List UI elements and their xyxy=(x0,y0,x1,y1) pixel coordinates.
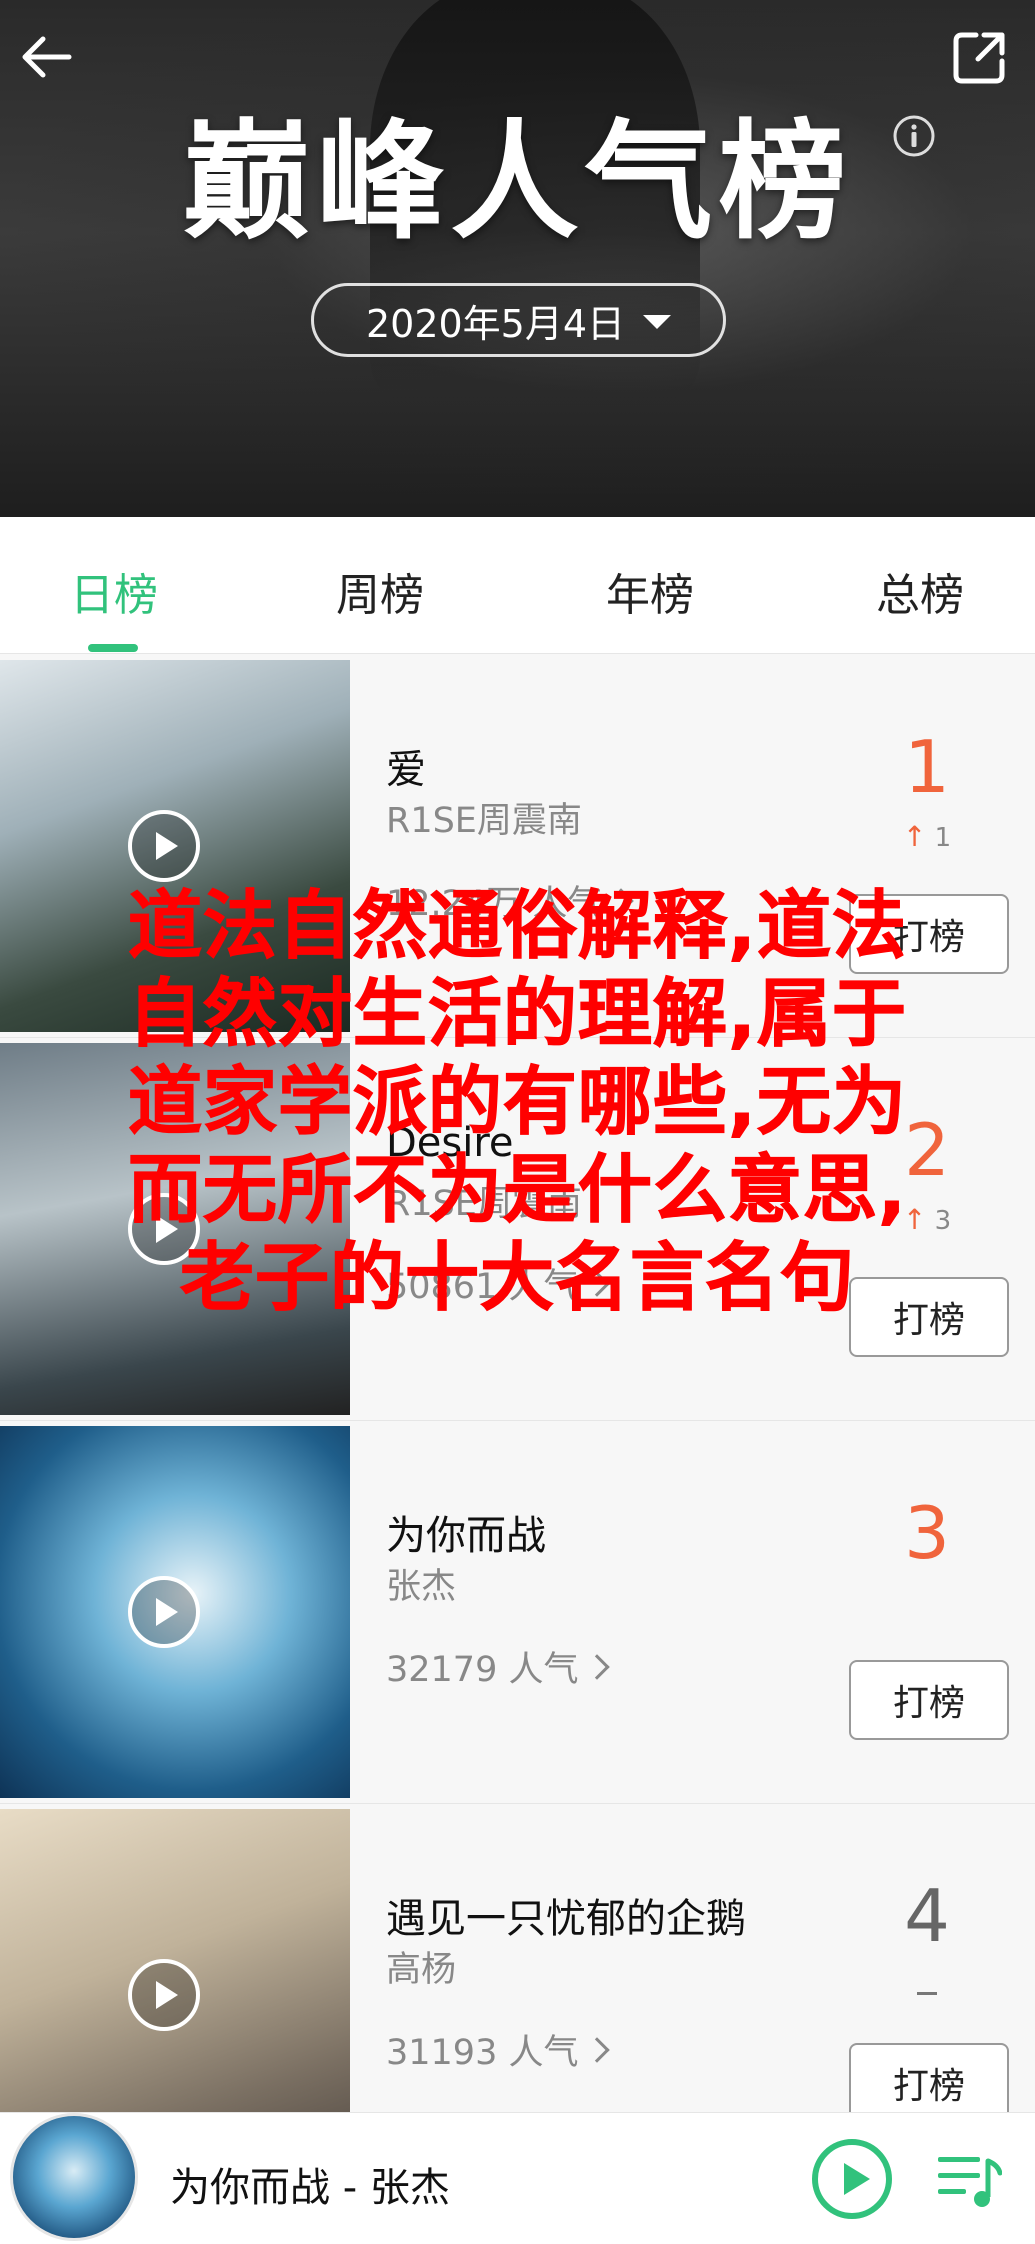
list-item[interactable]: 为你而战 张杰 32179 人气 3 打榜 xyxy=(0,1421,1035,1804)
play-circle-icon[interactable] xyxy=(128,1193,200,1265)
date-label: 2020年5月4日 xyxy=(365,301,626,346)
rank-change: ↑ 3 xyxy=(877,1203,977,1236)
active-tab-indicator xyxy=(88,644,138,652)
chevron-right-icon xyxy=(584,1653,611,1680)
rank-change-value: 3 xyxy=(934,1206,952,1236)
vote-button[interactable]: 打榜 xyxy=(849,894,1009,974)
rank-number: 2 xyxy=(904,1108,950,1192)
chart-header: 巅峰人气榜 2020年5月4日 xyxy=(0,0,1035,517)
rank-number: 4 xyxy=(904,1874,950,1958)
song-artist: R1SE周震南 xyxy=(386,801,582,841)
tab-yearly[interactable]: 年榜 xyxy=(606,559,694,623)
song-artist: 高杨 xyxy=(386,1950,457,1990)
playlist-icon xyxy=(938,2157,1003,2207)
now-playing-cover[interactable] xyxy=(10,2113,138,2241)
song-title: 遇见一只忧郁的企鹅 xyxy=(386,1896,746,1942)
popularity-link[interactable]: 32179 人气 xyxy=(386,1641,611,1692)
rank-unchanged-dash xyxy=(917,1992,937,1995)
playlist-button[interactable] xyxy=(936,2151,1003,2211)
song-title: Desire xyxy=(386,1120,514,1166)
date-selector[interactable]: 2020年5月4日 xyxy=(311,283,726,357)
mini-player[interactable]: 为你而战 - 张杰 xyxy=(0,2112,1035,2244)
play-circle-icon[interactable] xyxy=(128,1959,200,2031)
popularity-link[interactable]: 12.24万 人气 xyxy=(386,875,635,926)
arrow-up-icon: ↑ xyxy=(902,820,927,853)
rank-number: 3 xyxy=(904,1491,950,1575)
song-list: 爱 R1SE周震南 12.24万 人气 1 ↑ 1 打榜 Desire R1SE… xyxy=(0,655,1035,2187)
now-playing-title[interactable]: 为你而战 - 张杰 xyxy=(170,2155,450,2213)
chevron-right-icon xyxy=(584,1270,611,1297)
info-button[interactable] xyxy=(892,114,936,158)
chart-tabs: 日榜 周榜 年榜 总榜 xyxy=(0,517,1035,654)
arrow-up-icon: ↑ xyxy=(902,1203,927,1236)
play-circle-icon[interactable] xyxy=(128,810,200,882)
popularity-count: 12.24万 人气 xyxy=(386,884,603,924)
list-item[interactable]: Desire R1SE周震南 50861 人气 2 ↑ 3 打榜 xyxy=(0,1038,1035,1421)
vote-button[interactable]: 打榜 xyxy=(849,1277,1009,1357)
tab-daily[interactable]: 日榜 xyxy=(70,559,158,623)
info-icon xyxy=(893,115,935,157)
vote-button[interactable]: 打榜 xyxy=(849,2043,1009,2123)
chevron-right-icon xyxy=(608,887,635,914)
play-circle-icon xyxy=(812,2139,892,2219)
popularity-link[interactable]: 50861 人气 xyxy=(386,1258,611,1309)
tab-all-time[interactable]: 总榜 xyxy=(876,559,964,623)
rank-change-value: 1 xyxy=(934,823,952,853)
song-title: 为你而战 xyxy=(386,1513,546,1559)
album-cover[interactable] xyxy=(0,1043,350,1415)
song-title: 爱 xyxy=(386,747,426,793)
popularity-link[interactable]: 31193 人气 xyxy=(386,2024,611,2075)
list-item[interactable]: 爱 R1SE周震南 12.24万 人气 1 ↑ 1 打榜 xyxy=(0,655,1035,1038)
chevron-right-icon xyxy=(584,2036,611,2063)
popularity-count: 32179 人气 xyxy=(386,1650,579,1690)
rank-change: ↑ 1 xyxy=(877,820,977,853)
song-artist: R1SE周震南 xyxy=(386,1184,582,1224)
caret-down-icon xyxy=(643,315,672,329)
vote-button[interactable]: 打榜 xyxy=(849,1660,1009,1740)
tab-weekly[interactable]: 周榜 xyxy=(336,559,424,623)
album-cover[interactable] xyxy=(0,1426,350,1798)
album-cover[interactable] xyxy=(0,660,350,1032)
play-circle-icon[interactable] xyxy=(128,1576,200,1648)
popularity-count: 31193 人气 xyxy=(386,2033,579,2073)
play-button[interactable] xyxy=(810,2137,894,2221)
page-title: 巅峰人气榜 xyxy=(182,108,853,257)
rank-number: 1 xyxy=(904,725,950,809)
popularity-count: 50861 人气 xyxy=(386,1267,579,1307)
song-artist: 张杰 xyxy=(386,1567,457,1607)
